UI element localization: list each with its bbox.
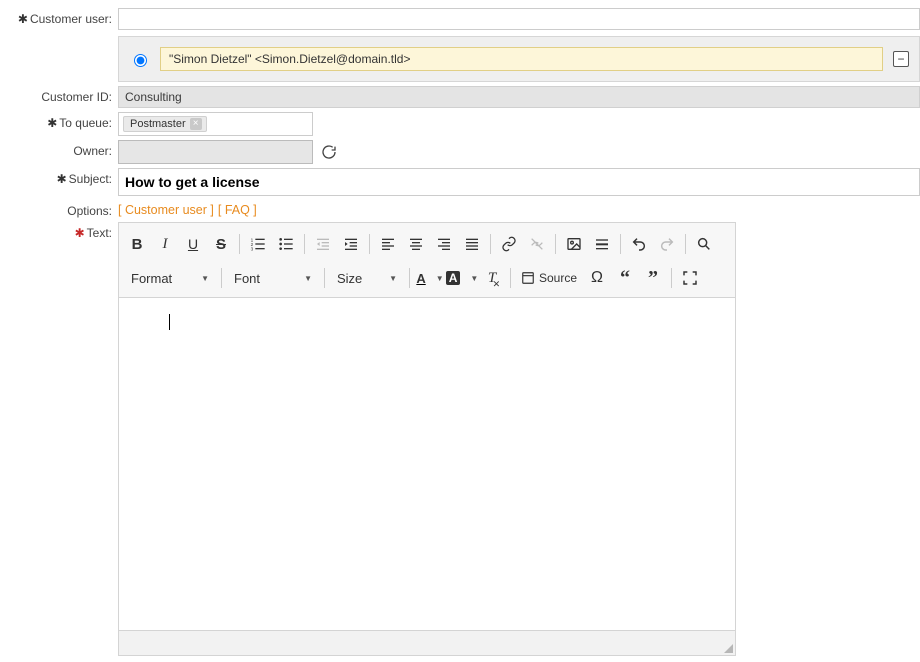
remove-format-button[interactable]: T✕ — [478, 264, 506, 292]
unordered-list-button[interactable] — [272, 230, 300, 258]
label-options: Options: — [0, 200, 118, 218]
format-select[interactable]: Format▼ — [123, 264, 217, 292]
editor-statusbar — [119, 631, 735, 655]
customer-user-input[interactable] — [118, 8, 920, 30]
customer-user-suggestion-radio[interactable] — [134, 54, 147, 67]
font-select[interactable]: Font▼ — [226, 264, 320, 292]
bold-button[interactable]: B — [123, 230, 151, 258]
options-faq-link[interactable]: [ FAQ ] — [218, 203, 257, 217]
find-button[interactable] — [690, 230, 718, 258]
options-customer-user-link[interactable]: [ Customer user ] — [118, 203, 214, 217]
indent-button[interactable] — [337, 230, 365, 258]
queue-tag: Postmaster × — [123, 116, 207, 132]
queue-tag-remove-icon[interactable]: × — [190, 118, 202, 130]
queue-tag-label: Postmaster — [130, 118, 186, 130]
outdent-button[interactable] — [309, 230, 337, 258]
ordered-list-button[interactable]: 123 — [244, 230, 272, 258]
text-color-button[interactable]: A▼ — [414, 264, 446, 292]
size-select[interactable]: Size▼ — [329, 264, 405, 292]
label-owner: Owner: — [0, 140, 118, 158]
align-justify-button[interactable] — [458, 230, 486, 258]
italic-button[interactable]: I — [151, 230, 179, 258]
align-left-button[interactable] — [374, 230, 402, 258]
strike-button[interactable]: S — [207, 230, 235, 258]
owner-select[interactable] — [118, 140, 313, 164]
customer-user-suggestion-panel: "Simon Dietzel" <Simon.Dietzel@domain.tl… — [118, 36, 920, 82]
label-subject: ✱Subject: — [0, 168, 118, 186]
label-customer-user: ✱Customer user: — [0, 8, 118, 26]
text-cursor-icon — [169, 314, 170, 330]
customer-user-suggestion[interactable]: "Simon Dietzel" <Simon.Dietzel@domain.tl… — [160, 47, 883, 71]
label-text: ✱Text: — [0, 222, 118, 240]
subject-input[interactable] — [118, 168, 920, 196]
source-button[interactable]: Source — [515, 264, 583, 292]
align-right-button[interactable] — [430, 230, 458, 258]
open-quote-button[interactable]: “ — [611, 264, 639, 292]
align-center-button[interactable] — [402, 230, 430, 258]
unlink-button[interactable] — [523, 230, 551, 258]
customer-id-value: Consulting — [118, 86, 920, 108]
editor-toolbar: B I U S 123 — [119, 223, 735, 298]
image-button[interactable] — [560, 230, 588, 258]
svg-text:3: 3 — [251, 247, 254, 252]
bg-color-button[interactable]: A▼ — [446, 264, 478, 292]
underline-button[interactable]: U — [179, 230, 207, 258]
to-queue-input[interactable]: Postmaster × — [118, 112, 313, 136]
label-customer-id: Customer ID: — [0, 86, 118, 104]
rich-text-editor: B I U S 123 — [118, 222, 736, 656]
link-button[interactable] — [495, 230, 523, 258]
horizontal-rule-button[interactable] — [588, 230, 616, 258]
remove-suggestion-button[interactable]: − — [893, 51, 909, 67]
redo-button[interactable] — [653, 230, 681, 258]
close-quote-button[interactable]: ” — [639, 264, 667, 292]
maximize-button[interactable] — [676, 264, 704, 292]
owner-refresh-icon[interactable] — [321, 144, 337, 160]
label-to-queue: ✱To queue: — [0, 112, 118, 130]
resize-grip-icon[interactable] — [724, 644, 733, 653]
special-char-button[interactable]: Ω — [583, 264, 611, 292]
editor-body[interactable] — [119, 298, 735, 631]
undo-button[interactable] — [625, 230, 653, 258]
